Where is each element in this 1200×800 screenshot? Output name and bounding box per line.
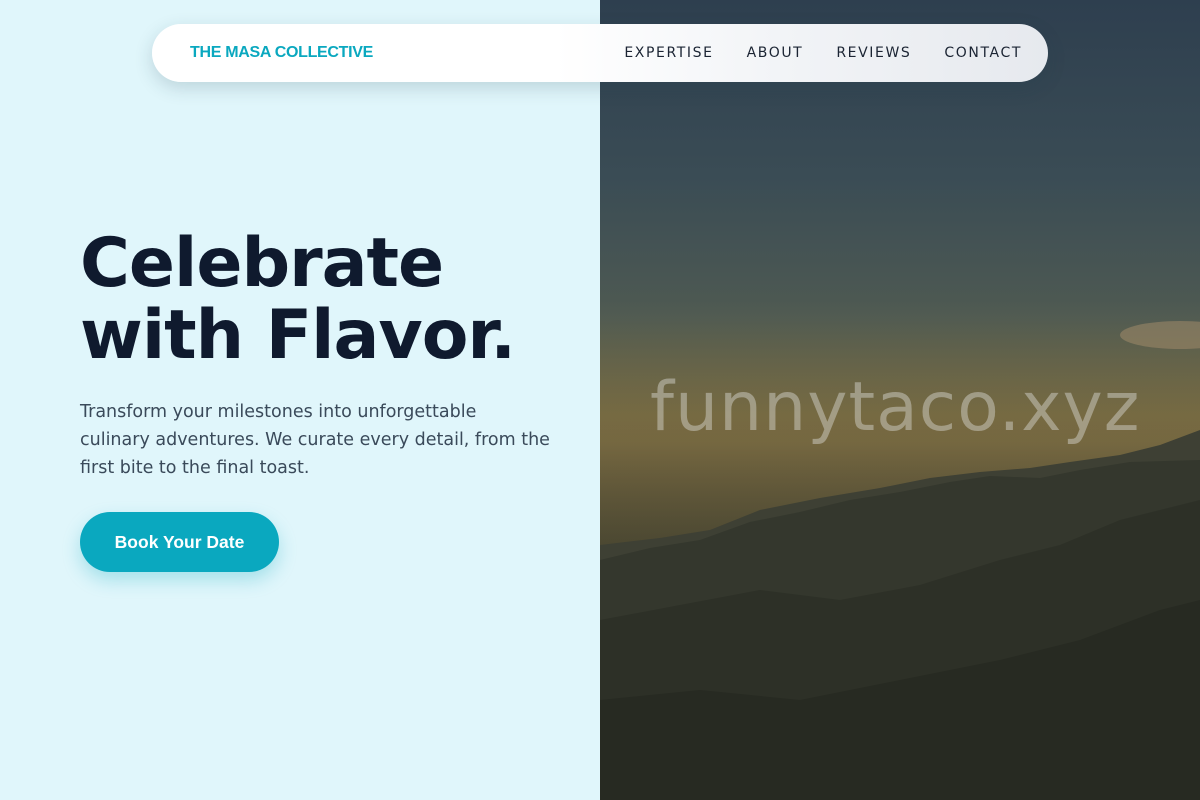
book-date-button[interactable]: Book Your Date — [80, 512, 279, 572]
hero-image: funnytaco.xyz — [600, 0, 1200, 800]
brand-logo[interactable]: THE MASA COLLECTIVE — [190, 44, 373, 62]
hero-title: Celebrate with Flavor. — [80, 224, 516, 375]
nav-link-reviews[interactable]: REVIEWS — [836, 45, 911, 61]
hero-description: Transform your milestones into unforgett… — [80, 402, 550, 478]
nav-link-about[interactable]: ABOUT — [747, 45, 804, 61]
watermark-text: funnytaco.xyz — [650, 368, 1141, 447]
navbar: THE MASA COLLECTIVE EXPERTISE ABOUT REVI… — [152, 24, 1048, 82]
nav-link-expertise[interactable]: EXPERTISE — [624, 45, 713, 61]
hero-title-line2: with Flavor. — [80, 296, 516, 375]
nav-links: EXPERTISE ABOUT REVIEWS CONTACT — [624, 45, 1022, 61]
hero-title-line1: Celebrate — [80, 224, 444, 303]
nav-link-contact[interactable]: CONTACT — [944, 45, 1022, 61]
